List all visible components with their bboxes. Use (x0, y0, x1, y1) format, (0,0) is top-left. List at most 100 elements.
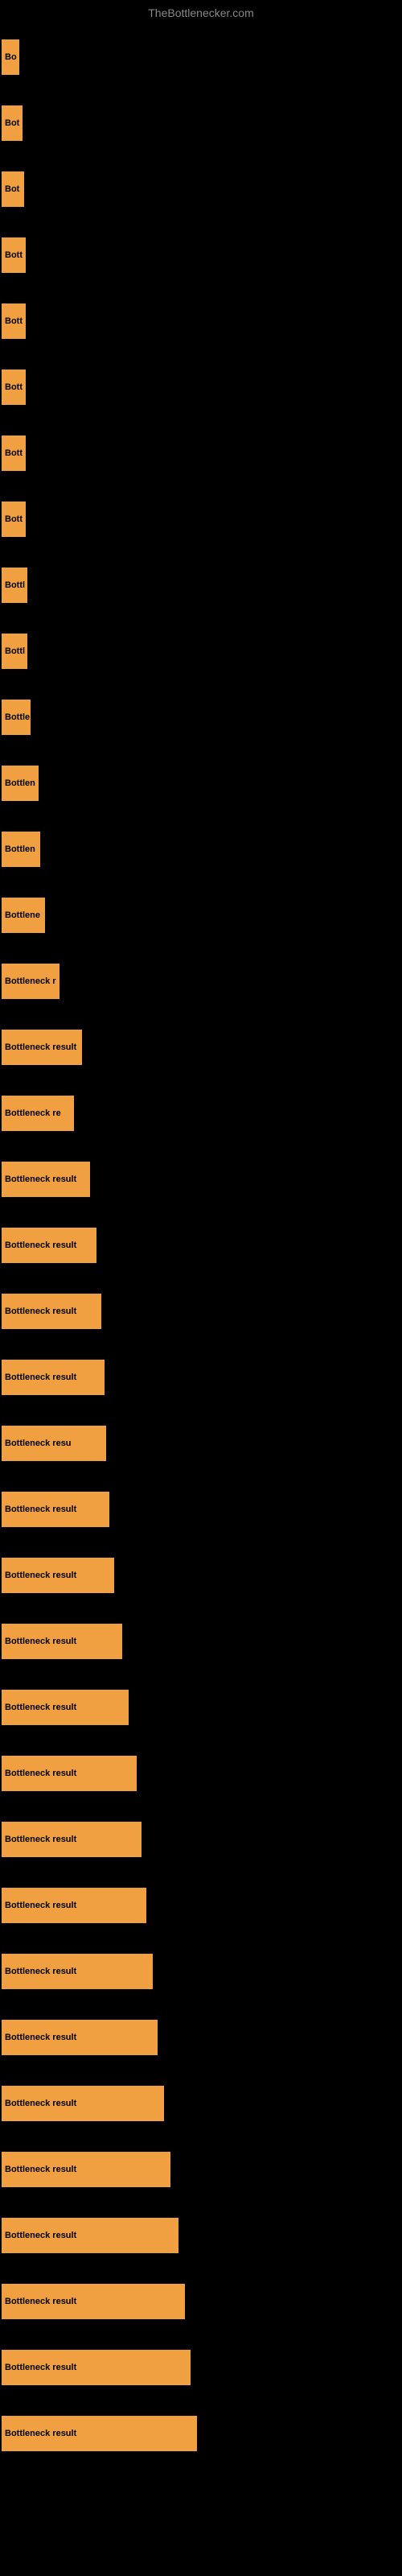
bar-row: Bottleneck result (2, 2136, 402, 2202)
bar-item: Bottleneck result (2, 2152, 170, 2187)
bar-label: Bottleneck result (5, 1769, 76, 1778)
bar-label: Bottleneck result (5, 1835, 76, 1844)
bar-label: Bott (5, 250, 23, 260)
bar-item: Bottleneck result (2, 2416, 197, 2451)
bar-label: Bot (5, 118, 19, 128)
bar-label: Bottleneck result (5, 2033, 76, 2042)
bar-row: Bo (2, 24, 402, 90)
bar-item: Bott (2, 369, 26, 405)
bar-label: Bottleneck result (5, 1571, 76, 1580)
bar-row: Bottleneck result (2, 2004, 402, 2070)
bar-item: Bottl (2, 568, 27, 603)
bar-item: Bot (2, 171, 24, 207)
bar-item: Bott (2, 502, 26, 537)
bar-label: Bottleneck result (5, 1042, 76, 1052)
bar-item: Bottleneck result (2, 1954, 153, 1989)
bar-label: Bottleneck result (5, 1703, 76, 1712)
bar-item: Bottleneck result (2, 1228, 96, 1263)
bar-row: Bottleneck result (2, 1146, 402, 1212)
bar-label: Bot (5, 184, 19, 194)
bar-item: Bottleneck resu (2, 1426, 106, 1461)
bar-label: Bottleneck result (5, 2099, 76, 2108)
bar-label: Bottleneck result (5, 1373, 76, 1382)
bar-label: Bottleneck result (5, 1307, 76, 1316)
bar-row: Bottleneck result (2, 1212, 402, 1278)
bar-row: Bott (2, 486, 402, 552)
bar-item: Bottleneck result (2, 1030, 82, 1065)
bar-item: Bottleneck re (2, 1096, 74, 1131)
bar-item: Bot (2, 105, 23, 141)
bar-label: Bottleneck result (5, 2231, 76, 2240)
bar-row: Bottleneck result (2, 1542, 402, 1608)
bar-row: Bott (2, 354, 402, 420)
bar-row: Bot (2, 156, 402, 222)
bar-row: Bottlen (2, 750, 402, 816)
bar-row: Bottleneck result (2, 1476, 402, 1542)
bar-row: Bottleneck resu (2, 1410, 402, 1476)
bar-row: Bottleneck result (2, 1014, 402, 1080)
bar-row: Bottleneck result (2, 2268, 402, 2334)
bar-row: Bottleneck result (2, 2334, 402, 2401)
bar-row: Bottleneck r (2, 948, 402, 1014)
bar-row: Bott (2, 222, 402, 288)
bar-item: Bottleneck result (2, 1162, 90, 1197)
bar-label: Bott (5, 514, 23, 524)
bar-label: Bottleneck result (5, 2165, 76, 2174)
bar-label: Bottleneck r (5, 976, 56, 986)
bar-label: Bott (5, 382, 23, 392)
bar-item: Bottleneck r (2, 964, 59, 999)
bar-item: Bott (2, 303, 26, 339)
bar-row: Bottl (2, 618, 402, 684)
bar-item: Bottleneck result (2, 1360, 105, 1395)
bar-row: Bottleneck result (2, 2070, 402, 2136)
bar-row: Bottleneck result (2, 1740, 402, 1806)
bar-label: Bottleneck re (5, 1108, 61, 1118)
bar-label: Bo (5, 52, 17, 62)
bar-item: Bottleneck result (2, 2350, 191, 2385)
bar-item: Bottlen (2, 766, 39, 801)
bar-item: Bott (2, 436, 26, 471)
bars-container: Bo Bot Bot Bott Bott Bott Bott Bott Bottl Bottl Bo… (0, 24, 402, 2467)
bar-row: Bottleneck result (2, 1806, 402, 1872)
bar-row: Bott (2, 420, 402, 486)
bar-label: Bottle (5, 712, 30, 722)
bar-item: Bottleneck result (2, 1558, 114, 1593)
bar-label: Bottlene (5, 910, 40, 920)
bar-row: Bottleneck re (2, 1080, 402, 1146)
bar-label: Bottl (5, 646, 25, 656)
bar-item: Bottleneck result (2, 1690, 129, 1725)
bar-label: Bottleneck result (5, 2297, 76, 2306)
bar-row: Bottleneck result (2, 1608, 402, 1674)
bar-item: Bottleneck result (2, 1492, 109, 1527)
bar-item: Bottleneck result (2, 1756, 137, 1791)
bar-item: Bottl (2, 634, 27, 669)
bar-label: Bott (5, 316, 23, 326)
bar-label: Bottleneck result (5, 1637, 76, 1646)
bar-row: Bottlene (2, 882, 402, 948)
bar-item: Bottle (2, 700, 31, 735)
bar-row: Bottleneck result (2, 1872, 402, 1938)
bar-label: Bottleneck result (5, 1174, 76, 1184)
bar-row: Bottleneck result (2, 2202, 402, 2268)
bar-item: Bottleneck result (2, 2020, 158, 2055)
bar-row: Bottl (2, 552, 402, 618)
bar-row: Bottlen (2, 816, 402, 882)
bar-label: Bottl (5, 580, 25, 590)
bar-item: Bo (2, 39, 19, 75)
bar-label: Bottleneck result (5, 1967, 76, 1976)
bar-label: Bottlen (5, 778, 35, 788)
bar-item: Bott (2, 237, 26, 273)
bar-label: Bottleneck result (5, 2429, 76, 2438)
bar-row: Bottleneck result (2, 1674, 402, 1740)
bar-item: Bottleneck result (2, 1294, 101, 1329)
bar-row: Bottleneck result (2, 2401, 402, 2467)
bar-row: Bottleneck result (2, 1938, 402, 2004)
bar-label: Bottlen (5, 844, 35, 854)
bar-label: Bottleneck resu (5, 1439, 72, 1448)
bar-row: Bott (2, 288, 402, 354)
bar-item: Bottleneck result (2, 2284, 185, 2319)
bar-item: Bottlen (2, 832, 40, 867)
bar-item: Bottleneck result (2, 1822, 142, 1857)
bar-label: Bottleneck result (5, 1241, 76, 1250)
bar-row: Bottle (2, 684, 402, 750)
